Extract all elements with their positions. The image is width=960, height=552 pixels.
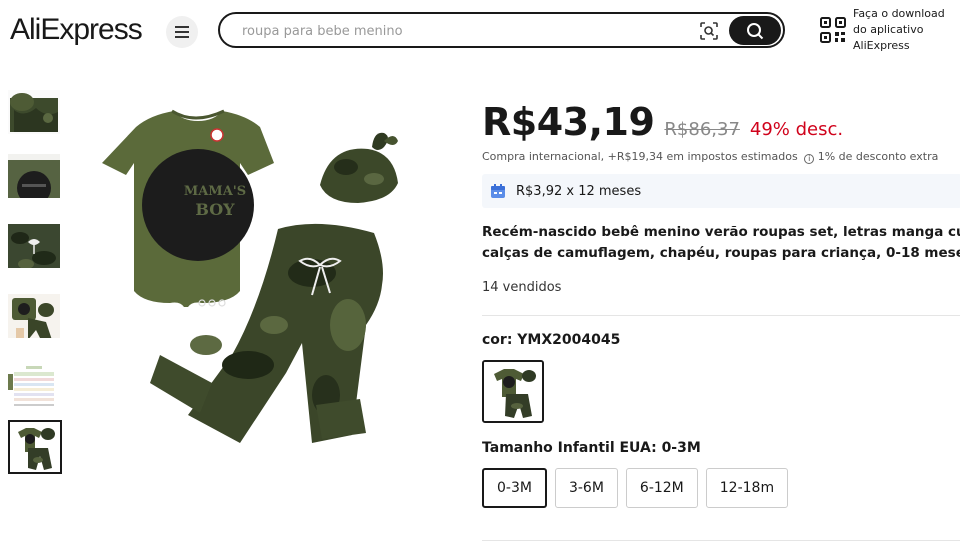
size-label: Tamanho Infantil EUA: 0-3M xyxy=(482,440,701,456)
product-title-line: calças de camuflagem, chapéu, roupas par… xyxy=(482,245,960,261)
app-download-line: Faça o download xyxy=(853,7,945,20)
product-title-line: Recém-nascido bebê menino verão roupas s… xyxy=(482,224,960,240)
search-icon xyxy=(747,22,764,39)
divider xyxy=(482,540,960,541)
menu-icon xyxy=(175,26,189,38)
thumbnail-3[interactable] xyxy=(8,224,60,268)
thumbnail-image xyxy=(8,154,60,198)
size-option-6-12m[interactable]: 6-12M xyxy=(625,468,698,508)
installment-banner[interactable]: R$3,92 x 12 meses xyxy=(482,174,960,208)
installment-text: R$3,92 x 12 meses xyxy=(516,183,642,199)
qr-code-icon[interactable] xyxy=(820,17,846,43)
size-option-12-18m[interactable]: 12-18m xyxy=(705,468,789,508)
price-row: R$43,19 R$86,37 49% desc. xyxy=(482,100,843,144)
original-price: R$86,37 xyxy=(664,119,740,140)
thumbnail-image xyxy=(8,224,60,268)
discount-badge: 49% desc. xyxy=(749,119,844,140)
menu-button[interactable] xyxy=(166,16,198,48)
search-input[interactable] xyxy=(242,21,682,41)
current-price: R$43,19 xyxy=(482,100,655,144)
image-search-button[interactable] xyxy=(696,19,722,43)
search-bar xyxy=(218,12,785,48)
thumbnail-image xyxy=(10,422,60,472)
app-download-link[interactable]: Faça o download do aplicativo AliExpress xyxy=(853,6,960,54)
calendar-installment-icon xyxy=(491,184,505,198)
color-swatch-selected[interactable] xyxy=(482,360,544,423)
aliexpress-logo[interactable]: AliExpress xyxy=(10,13,143,47)
search-button[interactable] xyxy=(729,16,781,45)
product-title: Recém-nascido bebê menino verão roupas s… xyxy=(482,222,960,264)
thumbnail-2[interactable] xyxy=(8,154,60,198)
app-download-line: do aplicativo xyxy=(853,23,924,36)
logo-text: AliExpress xyxy=(10,13,143,46)
thumbnail-image xyxy=(8,364,60,408)
size-option-0-3m[interactable]: 0-3M xyxy=(482,468,547,508)
print-text-bottom: BOY xyxy=(195,200,235,219)
thumbnail-4[interactable] xyxy=(8,294,60,338)
print-text-top: MAMA'S xyxy=(184,184,246,199)
thumbnail-image xyxy=(8,90,60,134)
app-download-line: AliExpress xyxy=(853,39,910,52)
camera-search-icon xyxy=(700,22,718,40)
tax-note: Compra internacional, +R$19,34 em impost… xyxy=(482,150,938,164)
thumbnail-6-selected[interactable] xyxy=(8,420,62,474)
tax-note-text: Compra internacional, +R$19,34 em impost… xyxy=(482,150,798,163)
header: AliExpress roupa para bebe menino Faça o… xyxy=(0,0,960,60)
extra-discount-text: 1% de desconto extra xyxy=(817,150,939,163)
info-icon[interactable]: i xyxy=(804,154,815,164)
divider xyxy=(482,315,960,316)
thumbnail-1[interactable] xyxy=(8,90,60,134)
thumbnail-5[interactable] xyxy=(8,364,60,408)
main-product-image[interactable]: MAMA'S BOY xyxy=(98,95,418,455)
sold-count: 14 vendidos xyxy=(482,280,562,295)
size-option-3-6m[interactable]: 3-6M xyxy=(554,468,618,508)
size-options: 0-3M 3-6M 6-12M 12-18m xyxy=(482,468,789,508)
swatch-image xyxy=(484,362,542,421)
color-label: cor: YMX2004045 xyxy=(482,332,621,348)
thumbnail-image xyxy=(8,294,60,338)
